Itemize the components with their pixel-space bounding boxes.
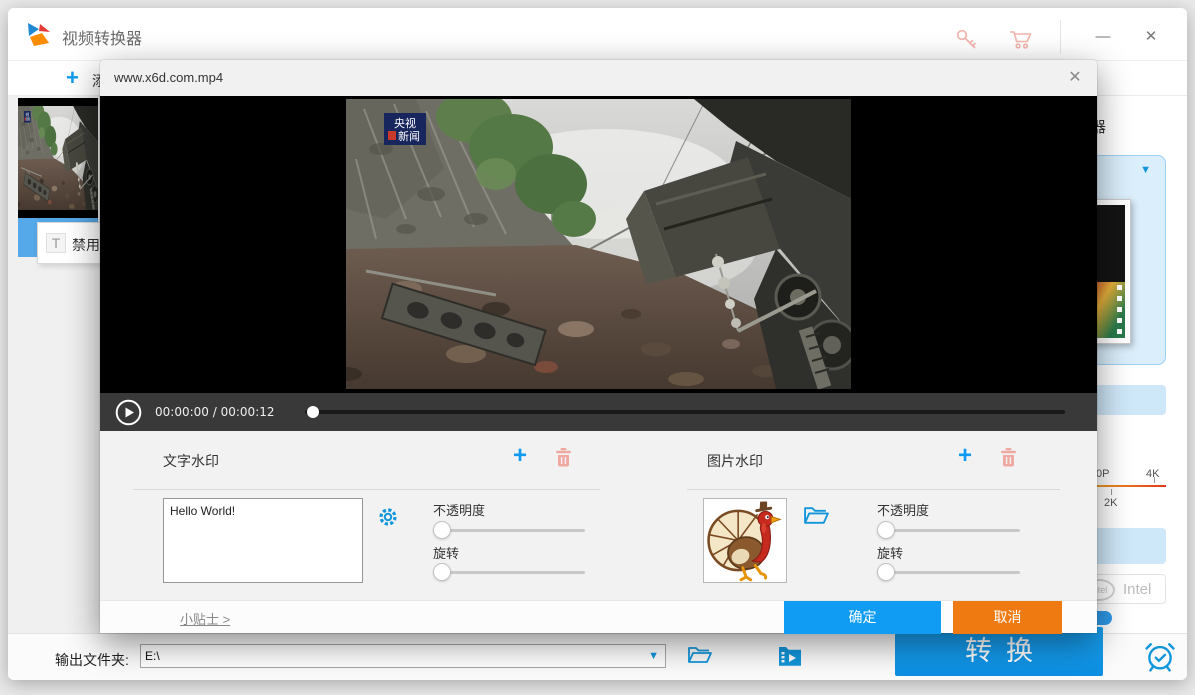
output-folder-combo[interactable]: ▼: [140, 644, 666, 668]
play-button[interactable]: [115, 399, 142, 426]
schedule-alarm-icon[interactable]: [1143, 639, 1177, 675]
dialog-titlebar: www.x6d.com.mp4 ✕: [100, 60, 1097, 96]
image-opacity-slider[interactable]: [877, 529, 1020, 532]
video-frame: [346, 99, 851, 389]
register-key-icon[interactable]: [955, 28, 979, 50]
image-rotation-slider[interactable]: [877, 571, 1020, 574]
close-button[interactable]: ✕: [1138, 24, 1164, 50]
header-divider: [1060, 20, 1061, 54]
add-files-plus-icon[interactable]: +: [66, 65, 79, 91]
resolution-4k-label: 4K: [1146, 468, 1159, 480]
text-opacity-label: 不透明度: [433, 500, 485, 519]
resolution-2k-label: 2K: [1104, 497, 1117, 509]
watermark-dialog: www.x6d.com.mp4 ✕ 00:00:00 / 00:00:12: [100, 60, 1097, 633]
combo-dropdown-icon[interactable]: ▼: [648, 650, 659, 662]
resolution-tick-4k: [1154, 477, 1155, 483]
seek-handle[interactable]: [307, 406, 319, 418]
delete-text-watermark-icon[interactable]: [555, 448, 572, 467]
app-window: 视频转换器 — ✕ +: [8, 8, 1187, 680]
ok-button[interactable]: 确定: [784, 601, 941, 634]
text-rotation-slider[interactable]: [433, 571, 585, 574]
image-opacity-label: 不透明度: [877, 500, 929, 519]
browse-image-folder-icon[interactable]: [803, 504, 830, 527]
text-opacity-slider[interactable]: [433, 529, 585, 532]
seek-bar[interactable]: [305, 410, 1065, 414]
text-watermark-title: 文字水印: [163, 451, 219, 471]
output-folder-label: 输出文件夹:: [55, 650, 129, 670]
text-opacity-handle[interactable]: [433, 521, 451, 539]
tips-link[interactable]: 小贴士 >: [180, 609, 230, 628]
format-dropdown-icon[interactable]: ▼: [1140, 164, 1151, 176]
output-folder-input[interactable]: [141, 645, 641, 667]
player-time: 00:00:00 / 00:00:12: [155, 405, 275, 419]
dialog-footer: 小贴士 > 确定 取消: [100, 600, 1097, 633]
image-watermark-title: 图片水印: [707, 451, 763, 471]
app-title: 视频转换器: [62, 25, 142, 49]
text-section-divider: [133, 489, 600, 490]
turkey-image: [704, 499, 786, 582]
resolution-1080p-label: 0P: [1096, 468, 1109, 480]
cart-icon[interactable]: [1008, 28, 1034, 51]
intel-label: Intel: [1123, 581, 1151, 598]
delete-image-watermark-icon[interactable]: [1000, 448, 1017, 467]
text-tool-icon[interactable]: T: [46, 233, 66, 253]
player-bar: 00:00:00 / 00:00:12: [100, 393, 1097, 431]
text-rotation-label: 旋转: [433, 543, 459, 562]
add-image-watermark-button[interactable]: +: [958, 446, 972, 466]
resolution-tick-2k: [1111, 489, 1112, 495]
watermark-settings: 文字水印 + Hello World! 不透明度: [100, 431, 1097, 600]
image-rotation-label: 旋转: [877, 543, 903, 562]
text-watermark-input[interactable]: Hello World!: [163, 498, 363, 583]
text-rotation-handle[interactable]: [433, 563, 451, 581]
minimize-button[interactable]: —: [1090, 24, 1116, 50]
current-time: 00:00:00: [155, 405, 209, 419]
total-time: 00:00:12: [221, 405, 275, 419]
image-opacity-handle[interactable]: [877, 521, 895, 539]
dialog-title: www.x6d.com.mp4: [114, 70, 223, 85]
convert-button[interactable]: 转换: [895, 627, 1103, 676]
image-rotation-handle[interactable]: [877, 563, 895, 581]
dialog-close-icon[interactable]: ✕: [1063, 66, 1087, 90]
time-separator: /: [213, 405, 217, 419]
video-preview-area: [100, 96, 1097, 393]
image-watermark-preview[interactable]: [703, 498, 787, 583]
add-text-watermark-button[interactable]: +: [513, 446, 527, 466]
disable-option[interactable]: 禁用: [72, 235, 100, 255]
open-folder-icon[interactable]: [687, 644, 713, 666]
video-folder-icon[interactable]: [777, 644, 803, 666]
text-settings-gear-icon[interactable]: [377, 506, 399, 528]
thumbnail-scene: [18, 106, 98, 210]
video-thumbnail[interactable]: [18, 98, 98, 218]
app-logo-icon: [24, 20, 52, 48]
image-section-divider: [687, 489, 1060, 490]
cancel-button[interactable]: 取消: [953, 601, 1062, 634]
app-header: 视频转换器 — ✕: [8, 8, 1187, 60]
